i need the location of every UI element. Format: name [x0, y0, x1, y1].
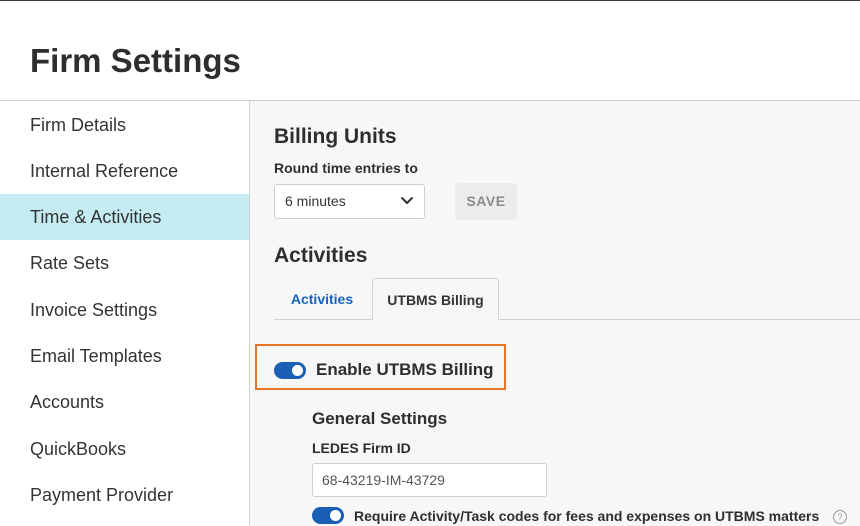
sidebar-item-internal-reference[interactable]: Internal Reference — [0, 148, 249, 194]
help-icon[interactable]: ? — [833, 510, 847, 524]
main-content: Billing Units Round time entries to 6 mi… — [250, 101, 860, 526]
sidebar-item-firm-details[interactable]: Firm Details — [0, 102, 249, 148]
ledes-firm-id-input[interactable]: 68-43219-IM-43729 — [312, 463, 547, 497]
round-time-value: 6 minutes — [285, 193, 346, 209]
require-codes-label: Require Activity/Task codes for fees and… — [354, 508, 820, 524]
billing-units-heading: Billing Units — [274, 125, 397, 148]
tab-utbms-billing[interactable]: UTBMS Billing — [372, 278, 499, 320]
chevron-down-icon — [400, 185, 414, 230]
tab-activities[interactable]: Activities — [274, 278, 370, 320]
sidebar-item-quickbooks[interactable]: QuickBooks — [0, 426, 249, 472]
sidebar-item-accounts[interactable]: Accounts — [0, 379, 249, 425]
activities-heading: Activities — [274, 244, 368, 267]
sidebar-item-payment-provider[interactable]: Payment Provider — [0, 472, 249, 518]
window-top-border — [0, 0, 860, 1]
sidebar-item-time-activities[interactable]: Time & Activities — [0, 194, 249, 240]
save-button[interactable]: SAVE — [455, 183, 517, 220]
sidebar-item-rate-sets[interactable]: Rate Sets — [0, 240, 249, 286]
ledes-firm-id-label: LEDES Firm ID — [312, 440, 411, 456]
sidebar-item-email-templates[interactable]: Email Templates — [0, 333, 249, 379]
sidebar-item-invoice-settings[interactable]: Invoice Settings — [0, 287, 249, 333]
enable-utbms-label: Enable UTBMS Billing — [316, 360, 494, 379]
general-settings-heading: General Settings — [312, 409, 448, 428]
require-codes-toggle[interactable] — [312, 507, 344, 524]
round-time-label: Round time entries to — [274, 160, 418, 176]
round-time-select[interactable]: 6 minutes — [274, 184, 425, 219]
enable-utbms-toggle[interactable] — [274, 362, 306, 379]
settings-sidebar: Firm Details Internal Reference Time & A… — [0, 101, 250, 526]
page-title: Firm Settings — [30, 42, 241, 79]
